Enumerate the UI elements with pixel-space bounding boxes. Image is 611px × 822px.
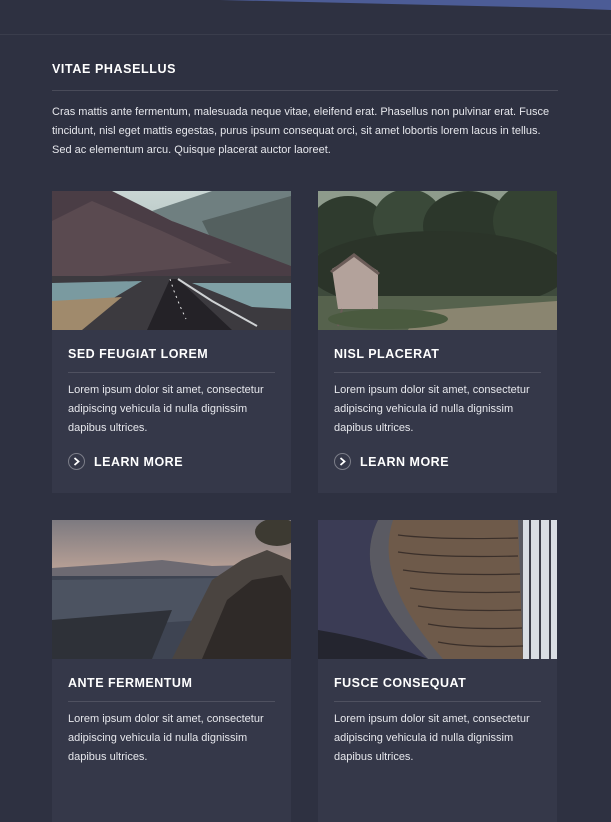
card-title: SED FEUGIAT LOREM <box>68 347 275 373</box>
feature-card: ANTE FERMENTUM Lorem ipsum dolor sit ame… <box>52 520 291 822</box>
library-shelves-image[interactable] <box>318 520 557 659</box>
features-section: VITAE PHASELLUS Cras mattis ante ferment… <box>52 62 558 160</box>
chevron-right-icon <box>334 453 351 470</box>
chevron-right-icon <box>68 453 85 470</box>
card-text: Lorem ipsum dolor sit amet, consectetur … <box>68 713 264 763</box>
learn-more-link[interactable]: LEARN MORE <box>334 453 541 470</box>
card-title: FUSCE CONSEQUAT <box>334 676 541 702</box>
section-intro: Cras mattis ante fermentum, malesuada ne… <box>52 106 550 156</box>
mountain-road-image[interactable] <box>52 191 291 330</box>
learn-more-link[interactable]: LEARN MORE <box>68 453 275 470</box>
card-text: Lorem ipsum dolor sit amet, consectetur … <box>334 384 530 434</box>
header-accent-shape <box>220 0 611 10</box>
learn-more-label: LEARN MORE <box>360 454 450 469</box>
section-title: VITAE PHASELLUS <box>52 62 558 91</box>
forest-cabin-image[interactable] <box>318 191 557 330</box>
feature-card: NISL PLACERAT Lorem ipsum dolor sit amet… <box>318 191 557 493</box>
learn-more-label: LEARN MORE <box>94 454 184 469</box>
header-band <box>0 0 611 35</box>
feature-card: FUSCE CONSEQUAT Lorem ipsum dolor sit am… <box>318 520 557 822</box>
feature-card: SED FEUGIAT LOREM Lorem ipsum dolor sit … <box>52 191 291 493</box>
card-title: ANTE FERMENTUM <box>68 676 275 702</box>
card-title: NISL PLACERAT <box>334 347 541 373</box>
card-text: Lorem ipsum dolor sit amet, consectetur … <box>68 384 264 434</box>
rocky-valley-image[interactable] <box>52 520 291 659</box>
card-text: Lorem ipsum dolor sit amet, consectetur … <box>334 713 530 763</box>
